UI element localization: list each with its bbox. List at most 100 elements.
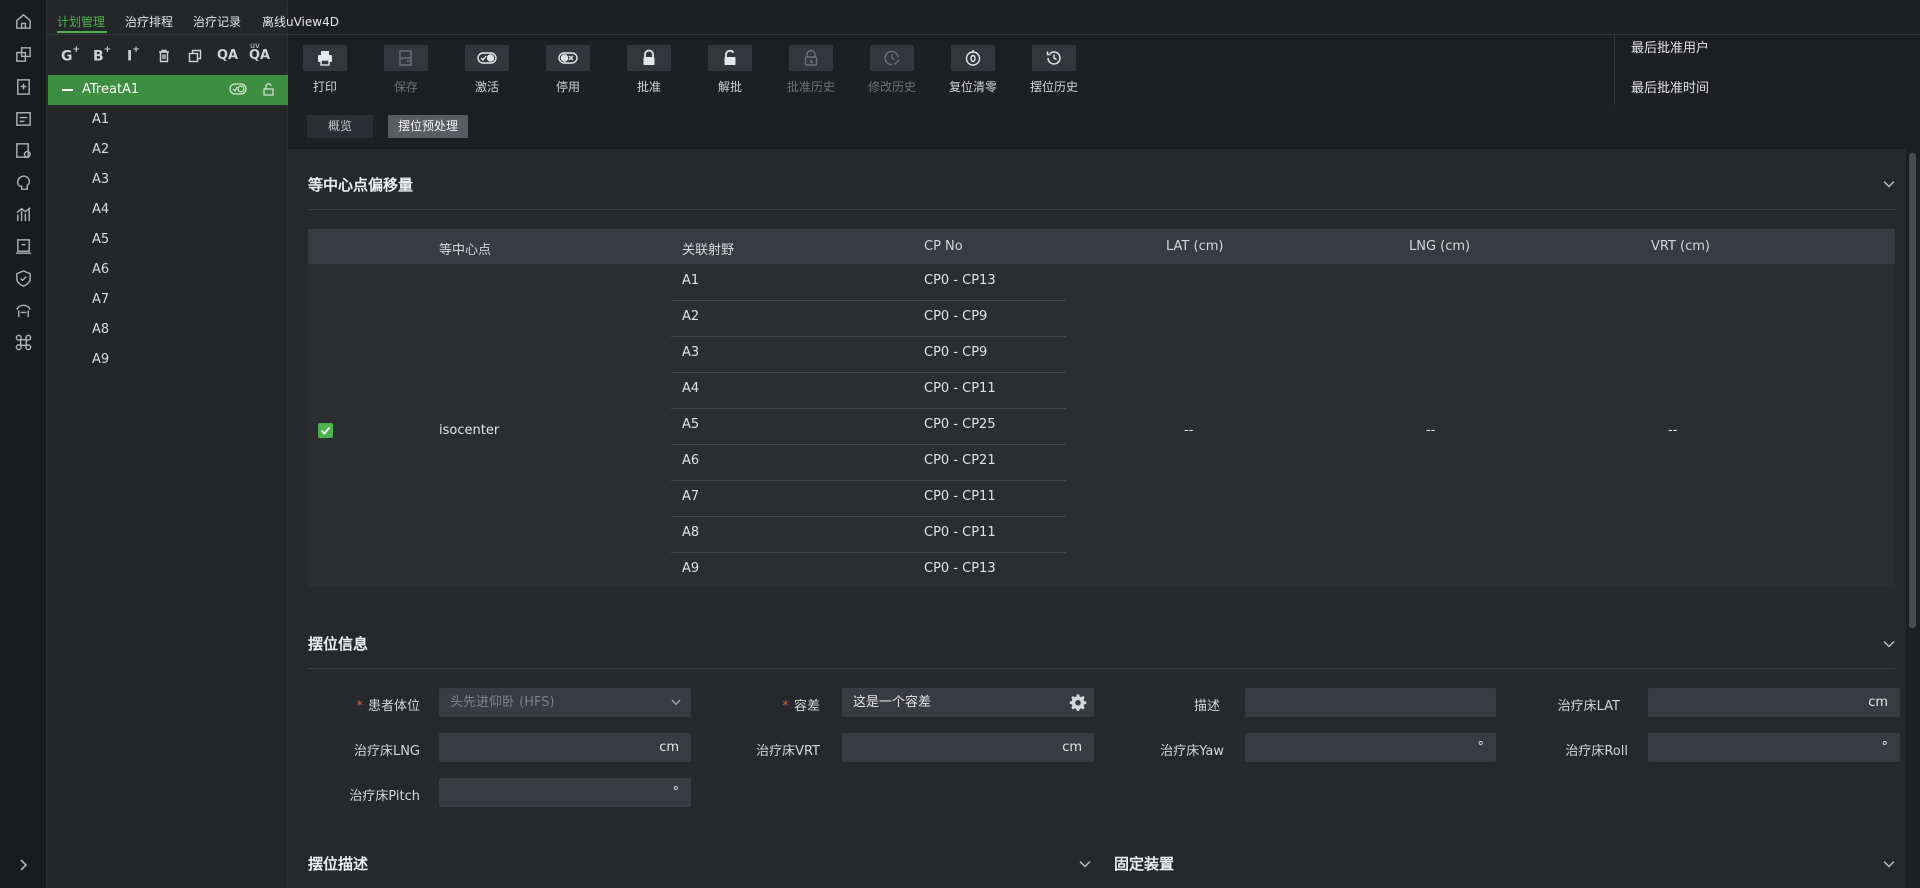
vertical-scrollbar[interactable] bbox=[1906, 149, 1920, 888]
tree-field-a7[interactable]: A7 bbox=[92, 292, 109, 307]
plan-name: ATreatA1 bbox=[82, 82, 140, 97]
couch-roll-input[interactable]: ° bbox=[1648, 733, 1900, 762]
edit-history-icon bbox=[870, 45, 914, 71]
schedule-icon[interactable] bbox=[14, 109, 33, 128]
unlock-icon bbox=[262, 83, 275, 96]
tree-field-a1[interactable]: A1 bbox=[92, 112, 109, 127]
lng-value: -- bbox=[1426, 423, 1436, 438]
row-divider bbox=[671, 480, 1066, 481]
reset-zero-icon bbox=[951, 45, 995, 71]
lock-icon bbox=[627, 45, 671, 71]
plan-icon[interactable] bbox=[14, 45, 33, 64]
tree-field-a5[interactable]: A5 bbox=[92, 232, 109, 247]
tolerance-label: * 容差 bbox=[782, 699, 820, 714]
tree-plan-row[interactable]: ATreatA1 bbox=[48, 75, 288, 105]
setup-info-title: 摆位信息 bbox=[308, 635, 369, 653]
tree-field-a8[interactable]: A8 bbox=[92, 322, 109, 337]
chevron-down-icon[interactable] bbox=[1883, 180, 1895, 188]
tab-plan-management[interactable]: 计划管理 bbox=[57, 13, 105, 30]
tree-toolbar: G+ B+ I+ QA uv QA bbox=[47, 40, 288, 72]
uv-qa-button[interactable]: uv QA bbox=[249, 41, 270, 63]
couch-lat-label: 治疗床LAT bbox=[1557, 699, 1620, 714]
deactivate-button[interactable]: 停用 bbox=[546, 45, 590, 95]
tab-treatment-record[interactable]: 治疗记录 bbox=[193, 13, 241, 30]
col-field: 关联射野 bbox=[682, 243, 735, 258]
isocenter-checkbox[interactable] bbox=[318, 423, 333, 438]
isocenter-table: 等中心点 关联射野 CP No LAT (cm) LNG (cm) VRT (c… bbox=[308, 229, 1895, 587]
tab-setup-preprocess[interactable]: 摆位预处理 bbox=[388, 115, 469, 138]
row-divider bbox=[671, 516, 1066, 517]
description-input[interactable] bbox=[1245, 688, 1496, 717]
record-icon[interactable] bbox=[14, 141, 33, 160]
icon-rail bbox=[0, 0, 47, 888]
setup-description-title: 摆位描述 bbox=[308, 855, 369, 873]
activate-button[interactable]: 激活 bbox=[465, 45, 509, 95]
tree-field-a4[interactable]: A4 bbox=[92, 202, 109, 217]
copy-icon[interactable] bbox=[188, 49, 202, 63]
couch-lng-input[interactable]: cm bbox=[439, 733, 691, 762]
setup-content: 等中心点偏移量 等中心点 关联射野 CP No LAT (cm) LNG (cm… bbox=[288, 149, 1906, 888]
scrollbar-thumb[interactable] bbox=[1909, 153, 1916, 628]
gear-icon bbox=[1069, 693, 1086, 711]
add-g-button[interactable]: G+ bbox=[61, 45, 80, 65]
approve-button[interactable]: 批准 bbox=[627, 45, 671, 95]
row-divider bbox=[671, 336, 1066, 337]
patient-position-select[interactable]: 头先进仰卧 (HFS) bbox=[439, 688, 691, 717]
couch-roll-label: 治疗床Roll bbox=[1565, 744, 1628, 759]
approval-history-button[interactable]: 批准历史 bbox=[787, 45, 835, 95]
unapprove-button[interactable]: 解批 bbox=[708, 45, 752, 95]
couch-lng-label: 治疗床LNG bbox=[353, 744, 420, 759]
couch-lat-input[interactable]: cm bbox=[1648, 688, 1900, 717]
reset-button[interactable]: 复位清零 bbox=[949, 45, 997, 95]
unlock-icon bbox=[708, 45, 752, 71]
print-button[interactable]: 打印 bbox=[303, 45, 347, 95]
couch-vrt-label: 治疗床VRT bbox=[756, 744, 820, 759]
last-approver-label: 最后批准用户 bbox=[1631, 41, 1710, 56]
edit-history-button[interactable]: 修改历史 bbox=[868, 45, 916, 95]
machine-icon[interactable] bbox=[14, 301, 33, 320]
tree-field-a9[interactable]: A9 bbox=[92, 352, 109, 367]
tolerance-select[interactable]: 这是一个容差 bbox=[842, 688, 1094, 717]
save-button[interactable]: 保存 bbox=[384, 45, 428, 95]
vrt-value: -- bbox=[1668, 423, 1678, 438]
clipboard-plus-icon[interactable] bbox=[14, 77, 33, 96]
chevron-down-icon[interactable] bbox=[1883, 640, 1895, 648]
table-header: 等中心点 关联射野 CP No LAT (cm) LNG (cm) VRT (c… bbox=[308, 229, 1895, 264]
expand-icon[interactable] bbox=[16, 858, 30, 872]
row-divider bbox=[671, 552, 1066, 553]
tolerance-settings-button[interactable] bbox=[1063, 688, 1092, 717]
patient-position-label: * 患者体位 bbox=[356, 699, 420, 714]
col-isocenter: 等中心点 bbox=[439, 243, 492, 258]
delete-icon[interactable] bbox=[157, 49, 171, 63]
chevron-down-icon[interactable] bbox=[1883, 860, 1895, 868]
col-vrt: VRT (cm) bbox=[1651, 239, 1711, 254]
stats-icon[interactable] bbox=[14, 205, 33, 224]
tree-field-a3[interactable]: A3 bbox=[92, 172, 109, 187]
active-tab-indicator bbox=[57, 31, 107, 33]
printer-icon bbox=[303, 45, 347, 71]
last-approval-time-label: 最后批准时间 bbox=[1631, 81, 1710, 96]
fixture-title: 固定装置 bbox=[1114, 855, 1175, 873]
tab-treatment-schedule[interactable]: 治疗排程 bbox=[125, 13, 173, 30]
couch-vrt-input[interactable]: cm bbox=[842, 733, 1094, 762]
couch-yaw-input[interactable]: ° bbox=[1245, 733, 1496, 762]
tab-overview[interactable]: 概览 bbox=[307, 115, 373, 138]
shield-icon[interactable] bbox=[14, 269, 33, 288]
qa-button[interactable]: QA bbox=[217, 48, 238, 63]
couch-pitch-input[interactable]: ° bbox=[439, 778, 691, 807]
add-b-button[interactable]: B+ bbox=[93, 45, 111, 65]
history-clock-icon bbox=[1032, 45, 1076, 71]
brain-icon[interactable] bbox=[14, 173, 33, 192]
setup-history-button[interactable]: 摆位历史 bbox=[1030, 45, 1078, 95]
add-i-button[interactable]: I+ bbox=[127, 45, 140, 65]
tab-offline-uview4d[interactable]: 离线uView4D bbox=[262, 13, 339, 30]
deactivate-toggle-icon bbox=[546, 45, 590, 71]
command-icon[interactable] bbox=[14, 333, 33, 352]
chevron-down-icon[interactable] bbox=[1079, 860, 1091, 868]
col-lat: LAT (cm) bbox=[1166, 239, 1224, 254]
tree-field-a6[interactable]: A6 bbox=[92, 262, 109, 277]
tree-field-a2[interactable]: A2 bbox=[92, 142, 109, 157]
collapse-icon[interactable] bbox=[62, 89, 73, 91]
report-icon[interactable] bbox=[14, 237, 33, 256]
lat-value: -- bbox=[1184, 423, 1194, 438]
